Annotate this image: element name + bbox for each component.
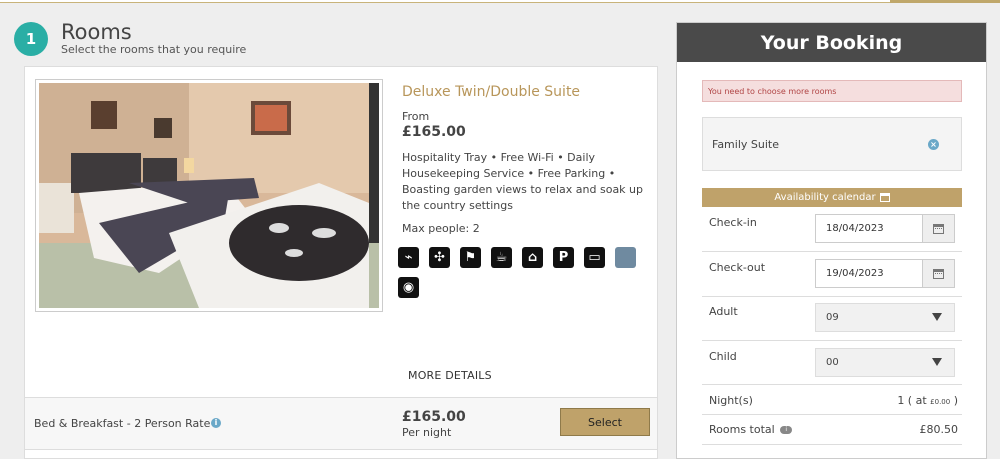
warning-message: You need to choose more rooms (702, 80, 962, 102)
room-name[interactable]: Deluxe Twin/Double Suite (402, 84, 580, 100)
adult-value: 09 (826, 312, 839, 323)
room-photo[interactable] (35, 79, 383, 312)
availability-calendar-button[interactable]: Availability calendar (702, 188, 962, 207)
parking-icon: P (553, 247, 574, 268)
rate-row: Bed & Breakfast - 2 Person Rate i £165.0… (25, 398, 657, 450)
calendar-check-icon (879, 193, 890, 202)
room-amenities: Hospitality Tray • Free Wi-Fi • Daily Ho… (402, 151, 644, 212)
nights-count: 1 ( at (897, 394, 931, 407)
select-rate-button[interactable]: Select (560, 408, 650, 436)
top-accent (890, 0, 1000, 3)
rooms-total-label: Rooms total i (709, 423, 793, 436)
from-label: From (402, 110, 430, 123)
nights-value: 1 ( at £0.00 ) (897, 394, 958, 407)
step-number-badge: 1 (14, 22, 48, 56)
adult-row: Adult 09 (702, 297, 962, 341)
nights-close: ) (950, 394, 958, 407)
child-row: Child 00 (702, 341, 962, 385)
adult-select[interactable]: 09 (815, 303, 955, 332)
page-subtitle: Select the rooms that you require (61, 43, 247, 56)
checkin-calendar-button[interactable] (922, 214, 955, 243)
selected-room-item: Family Suite × (702, 117, 962, 171)
rate-name: Bed & Breakfast - 2 Person Rate (34, 417, 211, 430)
booking-panel: Your Booking You need to choose more roo… (676, 22, 987, 459)
nights-row: Night(s) 1 ( at £0.00 ) (702, 385, 962, 415)
adult-label: Adult (709, 305, 738, 318)
nights-rate: £0.00 (930, 398, 951, 406)
wifi-icon: ◉ (398, 277, 419, 298)
checkin-row: Check-in 18/04/2023 (702, 207, 962, 252)
availability-label: Availability calendar (774, 192, 876, 203)
checkin-label: Check-in (709, 216, 757, 229)
calendar-icon (933, 223, 944, 234)
page-title: Rooms (61, 20, 132, 44)
child-label: Child (709, 350, 737, 363)
checkout-label: Check-out (709, 261, 766, 274)
checkout-calendar-button[interactable] (922, 259, 955, 288)
remove-icon[interactable]: × (928, 139, 939, 150)
checkout-row: Check-out 19/04/2023 (702, 252, 962, 297)
child-value: 00 (826, 357, 839, 368)
checkin-input[interactable]: 18/04/2023 (815, 214, 923, 243)
room-photo-image (39, 83, 379, 308)
fan-icon: ✣ (429, 247, 450, 268)
room-card: Deluxe Twin/Double Suite From £165.00 Ho… (24, 66, 658, 459)
selected-room-name: Family Suite (712, 138, 779, 151)
info-icon[interactable]: i (211, 418, 221, 428)
checkout-input[interactable]: 19/04/2023 (815, 259, 923, 288)
top-border (0, 0, 1000, 3)
kettle-icon: ☕ (491, 247, 512, 268)
garden-view-icon (615, 247, 636, 268)
rooms-total-value: £80.50 (919, 423, 959, 436)
max-people: Max people: 2 (402, 222, 480, 235)
calendar-icon (933, 268, 944, 279)
rate-per-night: Per night (402, 426, 452, 439)
more-details-link[interactable]: MORE DETAILS (408, 369, 492, 382)
chevron-down-icon (932, 358, 942, 366)
hairdryer-icon: ⚑ (460, 247, 481, 268)
house-icon: ⌂ (522, 247, 543, 268)
info-icon[interactable]: i (780, 426, 793, 434)
rate-price: £165.00 (402, 409, 466, 425)
rooms-total-text: Rooms total (709, 423, 775, 436)
hairdryer-plug-icon: ⌁ (398, 247, 419, 268)
tv-icon: ▭ (584, 247, 605, 268)
child-select[interactable]: 00 (815, 348, 955, 377)
facility-icons: ⌁ ✣ ⚑ ☕ ⌂ P ▭ ◉ (398, 247, 638, 298)
from-price: £165.00 (402, 124, 466, 140)
rooms-total-row: Rooms total i £80.50 (702, 415, 962, 445)
nights-label: Night(s) (709, 394, 753, 407)
chevron-down-icon (932, 313, 942, 321)
booking-title: Your Booking (677, 23, 986, 62)
